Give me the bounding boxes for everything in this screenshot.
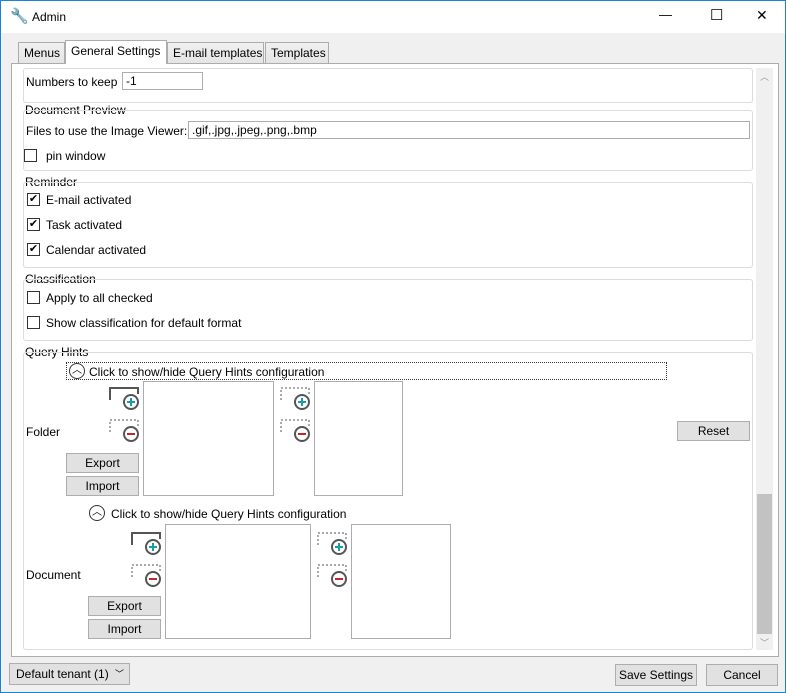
- close-button[interactable]: ✕: [756, 7, 768, 24]
- pin-window-checkbox[interactable]: [24, 149, 37, 162]
- pin-window-label: pin window: [46, 149, 105, 163]
- task-activated-label: Task activated: [46, 218, 122, 232]
- remove-folder-icon[interactable]: [109, 418, 141, 444]
- tab-email-templates[interactable]: E-mail templates: [167, 42, 264, 64]
- folder-list-left[interactable]: [143, 381, 274, 496]
- folder-export-button[interactable]: Export: [66, 453, 139, 473]
- numbers-label: Numbers to keep: [26, 75, 117, 89]
- show-classification-checkbox[interactable]: [27, 316, 40, 329]
- task-activated-checkbox[interactable]: ✔: [27, 218, 40, 231]
- chevron-up-icon: ︿: [69, 363, 85, 379]
- cancel-button[interactable]: Cancel: [706, 664, 778, 686]
- scroll-up-icon[interactable]: ︿: [760, 70, 769, 83]
- add-item-icon[interactable]: [280, 386, 312, 412]
- email-activated-label: E-mail activated: [46, 193, 131, 207]
- tenant-dropdown[interactable]: Default tenant (1) ﹀: [9, 663, 130, 685]
- wrench-icon: 🔧: [10, 7, 29, 25]
- doc-preview-group: [23, 110, 753, 171]
- document-export-button[interactable]: Export: [88, 596, 161, 616]
- remove-doc-item-icon[interactable]: [317, 563, 349, 589]
- add-folder-icon[interactable]: [109, 386, 141, 412]
- document-label: Document: [26, 568, 81, 582]
- apply-all-label: Apply to all checked: [46, 291, 153, 305]
- classification-group: [23, 279, 753, 341]
- add-doc-item-icon[interactable]: [317, 531, 349, 557]
- folder-toggle[interactable]: ︿ Click to show/hide Query Hints configu…: [66, 362, 667, 380]
- window-title: Admin: [32, 10, 66, 24]
- maximize-button[interactable]: ☐: [710, 6, 723, 24]
- remove-item-icon[interactable]: [280, 418, 312, 444]
- minimize-button[interactable]: —: [659, 7, 672, 22]
- folder-list-right[interactable]: [314, 381, 403, 496]
- vertical-scrollbar[interactable]: ︿ ﹀: [756, 68, 773, 650]
- email-activated-checkbox[interactable]: ✔: [27, 193, 40, 206]
- document-import-button[interactable]: Import: [88, 619, 161, 639]
- add-document-icon[interactable]: [131, 531, 163, 557]
- scrollbar-thumb[interactable]: [757, 494, 772, 634]
- reset-button[interactable]: Reset: [677, 421, 750, 441]
- tab-templates[interactable]: Templates: [265, 42, 329, 64]
- apply-all-checkbox[interactable]: [27, 291, 40, 304]
- document-toggle-chevron-up-icon[interactable]: ︿: [89, 505, 105, 521]
- numbers-input[interactable]: -1: [122, 72, 203, 90]
- folder-label: Folder: [26, 425, 60, 439]
- folder-toggle-label: Click to show/hide Query Hints configura…: [89, 365, 324, 379]
- chevron-down-icon: ﹀: [115, 664, 124, 684]
- tab-general-settings[interactable]: General Settings: [65, 40, 167, 64]
- calendar-activated-label: Calendar activated: [46, 243, 146, 257]
- tenant-value: Default tenant (1): [16, 667, 109, 681]
- document-toggle-label[interactable]: Click to show/hide Query Hints configura…: [111, 507, 346, 521]
- files-label: Files to use the Image Viewer:: [26, 124, 187, 138]
- document-list-right[interactable]: [351, 524, 451, 639]
- folder-import-button[interactable]: Import: [66, 476, 139, 496]
- show-classification-label: Show classification for default format: [46, 316, 241, 330]
- save-settings-button[interactable]: Save Settings: [615, 664, 697, 686]
- tab-menus[interactable]: Menus: [18, 42, 65, 64]
- scroll-down-icon[interactable]: ﹀: [760, 636, 769, 649]
- remove-document-icon[interactable]: [131, 563, 163, 589]
- document-list-left[interactable]: [165, 524, 311, 639]
- calendar-activated-checkbox[interactable]: ✔: [27, 243, 40, 256]
- title-bar: 🔧 Admin — ☐ ✕: [1, 1, 785, 33]
- files-input[interactable]: .gif,.jpg,.jpeg,.png,.bmp: [188, 121, 750, 139]
